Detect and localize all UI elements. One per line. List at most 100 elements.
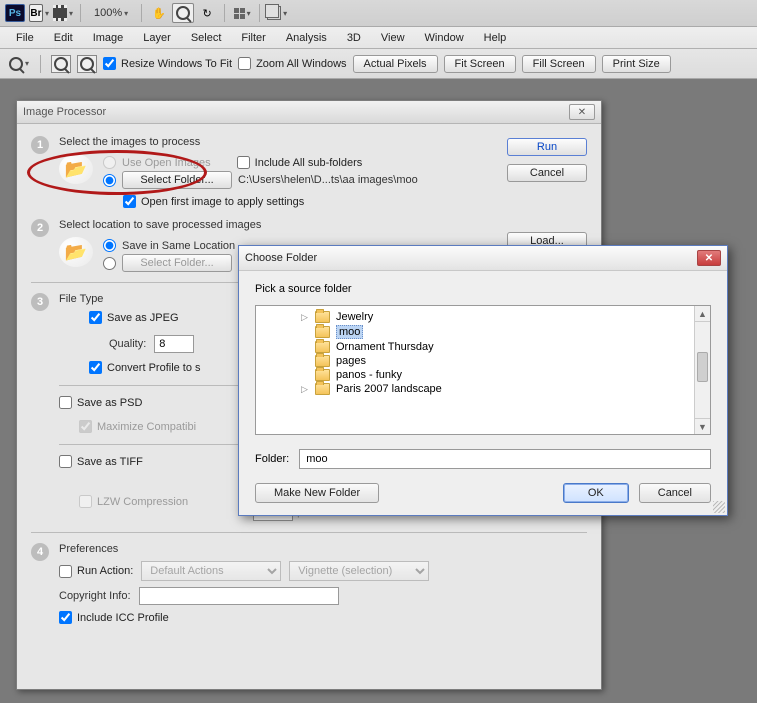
- expand-icon[interactable]: ▷: [300, 312, 309, 323]
- menu-window[interactable]: Window: [415, 29, 474, 47]
- rotate-view-button[interactable]: ↻: [196, 3, 218, 23]
- print-size-button[interactable]: Print Size: [602, 55, 671, 73]
- current-tool-icon[interactable]: [8, 54, 30, 74]
- tree-row[interactable]: Ornament Thursday: [296, 340, 710, 354]
- copyright-input[interactable]: [139, 587, 339, 605]
- zoom-all-checkbox[interactable]: Zoom All Windows: [238, 57, 346, 70]
- choose-folder-title: Choose Folder: [245, 252, 317, 264]
- dialog-close-button[interactable]: ✕: [569, 104, 595, 120]
- include-icc-input[interactable]: [59, 611, 72, 624]
- separator: [80, 4, 81, 22]
- run-button[interactable]: Run: [507, 138, 587, 156]
- tree-item-label: Jewelry: [336, 311, 373, 323]
- save-jpeg-input[interactable]: [89, 311, 102, 324]
- menu-layer[interactable]: Layer: [133, 29, 181, 47]
- run-action-label: Run Action:: [77, 565, 133, 577]
- expand-icon[interactable]: ▷: [300, 384, 309, 395]
- tree-row[interactable]: ▷ Paris 2007 landscape: [296, 382, 710, 396]
- zoom-tool-button[interactable]: [172, 3, 194, 23]
- resize-windows-checkbox-input[interactable]: [103, 57, 116, 70]
- folder-icon: [315, 341, 330, 353]
- menu-edit[interactable]: Edit: [44, 29, 83, 47]
- run-action-input[interactable]: [59, 565, 72, 578]
- actual-pixels-button[interactable]: Actual Pixels: [353, 55, 438, 73]
- menu-image[interactable]: Image: [83, 29, 134, 47]
- zoom-in-button[interactable]: [51, 55, 71, 73]
- save-tiff-label: Save as TIFF: [77, 456, 143, 468]
- folder-tree[interactable]: ▷ Jewelry moo Ornament Thursday: [255, 305, 711, 435]
- include-icc-checkbox[interactable]: Include ICC Profile: [59, 611, 169, 624]
- screen-mode-button[interactable]: [266, 3, 288, 23]
- folder-icon: [315, 326, 330, 338]
- save-psd-checkbox[interactable]: Save as PSD: [59, 396, 142, 409]
- scroll-thumb[interactable]: [697, 352, 708, 382]
- section-1: 1 Select the images to process 📂 Use Ope…: [31, 136, 587, 211]
- resize-windows-checkbox[interactable]: Resize Windows To Fit: [103, 57, 232, 70]
- run-action-checkbox[interactable]: Run Action:: [59, 565, 133, 578]
- select-folder-radio[interactable]: [103, 174, 116, 187]
- tree-row[interactable]: ▷ Jewelry: [296, 310, 710, 324]
- tree-row[interactable]: panos - funky: [296, 368, 710, 382]
- options-bar: Resize Windows To Fit Zoom All Windows A…: [0, 49, 757, 79]
- dialog-titlebar[interactable]: Image Processor ✕: [17, 101, 601, 124]
- menu-view[interactable]: View: [371, 29, 415, 47]
- quality-input[interactable]: [154, 335, 194, 353]
- menu-file[interactable]: File: [6, 29, 44, 47]
- choose-cancel-button[interactable]: Cancel: [639, 483, 711, 503]
- app-toolbar: Ps Br 100% ✋ ↻: [0, 0, 757, 27]
- open-first-image-checkbox[interactable]: Open first image to apply settings: [123, 195, 304, 208]
- include-subfolders-checkbox[interactable]: Include All sub-folders: [237, 156, 363, 169]
- section-4: 4 Preferences Run Action: Default Action…: [31, 543, 587, 627]
- convert-profile-input[interactable]: [89, 361, 102, 374]
- save-jpeg-checkbox[interactable]: Save as JPEG: [89, 311, 179, 324]
- mini-bridge-button[interactable]: [52, 3, 74, 23]
- folder-icon: [315, 355, 330, 367]
- menu-select[interactable]: Select: [181, 29, 232, 47]
- save-jpeg-label: Save as JPEG: [107, 312, 179, 324]
- make-new-folder-button[interactable]: Make New Folder: [255, 483, 379, 503]
- select-source-folder-button[interactable]: Select Folder...: [122, 171, 232, 189]
- choose-folder-titlebar[interactable]: Choose Folder ✕: [239, 246, 727, 271]
- maximize-compat-label: Maximize Compatibi: [97, 421, 196, 433]
- menu-filter[interactable]: Filter: [231, 29, 275, 47]
- menu-analysis[interactable]: Analysis: [276, 29, 337, 47]
- tree-row[interactable]: moo: [296, 324, 710, 340]
- separator: [224, 4, 225, 22]
- fit-screen-button[interactable]: Fit Screen: [444, 55, 516, 73]
- menu-3d[interactable]: 3D: [337, 29, 371, 47]
- save-psd-input[interactable]: [59, 396, 72, 409]
- arrange-documents-button[interactable]: [231, 3, 253, 23]
- save-tiff-input[interactable]: [59, 455, 72, 468]
- bridge-button[interactable]: Br: [28, 3, 50, 23]
- select-dest-folder-radio[interactable]: [103, 257, 116, 270]
- folder-icon: [315, 311, 330, 323]
- tree-row[interactable]: pages: [296, 354, 710, 368]
- menu-help[interactable]: Help: [474, 29, 517, 47]
- same-location-radio[interactable]: [103, 239, 116, 252]
- ok-button[interactable]: OK: [563, 483, 629, 503]
- convert-profile-checkbox[interactable]: Convert Profile to s: [89, 361, 201, 374]
- folder-name-input[interactable]: [299, 449, 711, 469]
- open-first-image-input[interactable]: [123, 195, 136, 208]
- cancel-button[interactable]: Cancel: [507, 164, 587, 182]
- tree-scrollbar[interactable]: ▲ ▼: [694, 306, 710, 434]
- fill-screen-button[interactable]: Fill Screen: [522, 55, 596, 73]
- lzw-label: LZW Compression: [97, 496, 188, 508]
- include-subfolders-input[interactable]: [237, 156, 250, 169]
- hand-tool-button[interactable]: ✋: [148, 3, 170, 23]
- choose-folder-close-button[interactable]: ✕: [697, 250, 721, 266]
- save-tiff-checkbox[interactable]: Save as TIFF: [59, 455, 143, 468]
- zoom-all-label: Zoom All Windows: [256, 58, 346, 70]
- scroll-down-button[interactable]: ▼: [695, 418, 710, 434]
- step-badge-4: 4: [31, 543, 49, 561]
- scroll-up-button[interactable]: ▲: [695, 306, 710, 322]
- zoom-out-button[interactable]: [77, 55, 97, 73]
- maximize-compat-checkbox: Maximize Compatibi: [79, 420, 196, 433]
- tree-item-label: panos - funky: [336, 369, 402, 381]
- zoom-level-combo[interactable]: 100%: [87, 5, 135, 21]
- app-logo[interactable]: Ps: [4, 3, 26, 23]
- choose-folder-buttons: Make New Folder OK Cancel: [255, 483, 711, 503]
- resize-grip[interactable]: [713, 501, 725, 513]
- dialog-title: Image Processor: [23, 106, 106, 118]
- zoom-all-checkbox-input[interactable]: [238, 57, 251, 70]
